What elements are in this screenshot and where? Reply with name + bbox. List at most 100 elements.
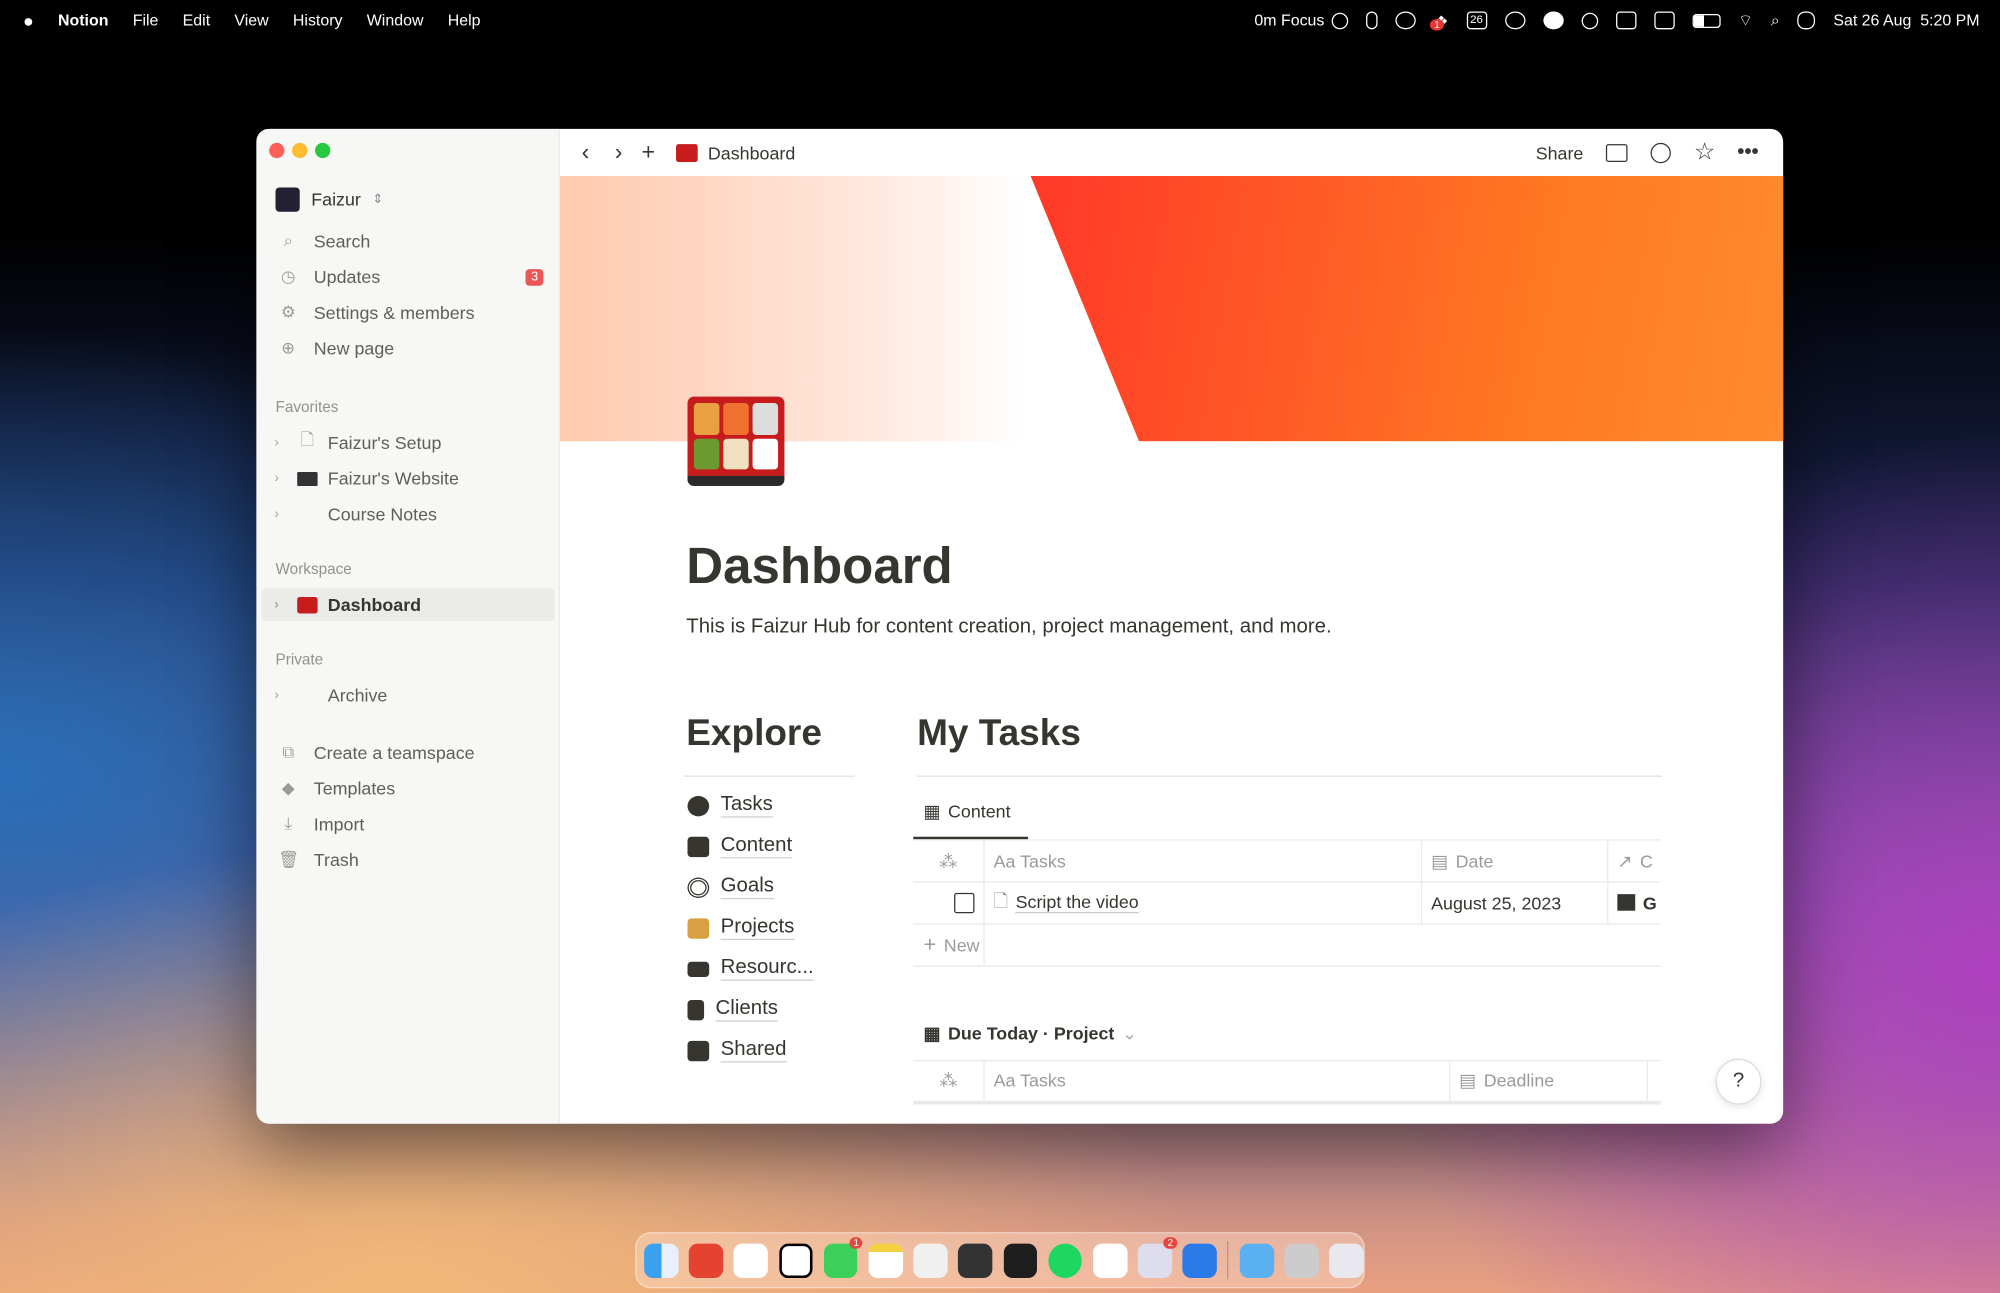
wifi-icon[interactable]: ⌔ bbox=[1738, 10, 1753, 30]
comment-icon[interactable] bbox=[1605, 143, 1628, 162]
notion-app-icon[interactable] bbox=[778, 1242, 813, 1278]
tag-icon[interactable] bbox=[1615, 11, 1636, 30]
clock-datetime[interactable]: Sat 26 Aug 5:20 PM bbox=[1833, 11, 1979, 29]
explore-link-clients[interactable]: Clients bbox=[687, 997, 778, 1022]
column-header-status[interactable]: ⁂ bbox=[913, 841, 983, 882]
focus-circle-icon[interactable] bbox=[1332, 12, 1349, 29]
minimize-window-button[interactable] bbox=[292, 142, 308, 159]
page-icon-bento[interactable] bbox=[687, 396, 785, 486]
spotify-icon[interactable] bbox=[1048, 1242, 1083, 1278]
sidebar-item-create-teamspace[interactable]: ⧉ Create a teamspace bbox=[261, 736, 554, 769]
view-due-today[interactable]: ▦ Due Today · Project ⌄ bbox=[923, 1023, 1137, 1045]
help-button[interactable]: ? bbox=[1715, 1058, 1762, 1105]
sidebar-item-trash[interactable]: 🗑 Trash bbox=[261, 843, 554, 876]
column-header-date[interactable]: ▤ Date bbox=[1421, 841, 1607, 882]
dropbox-icon[interactable]: ❖1 bbox=[1430, 11, 1448, 30]
workspace-header[interactable]: Workspace bbox=[276, 560, 352, 578]
task-title[interactable]: Script the video bbox=[1015, 892, 1139, 914]
cleanshot-icon[interactable] bbox=[1093, 1242, 1128, 1278]
private-header[interactable]: Private bbox=[276, 651, 324, 669]
window-icon[interactable] bbox=[1653, 11, 1675, 30]
creative-cloud-icon[interactable] bbox=[1395, 11, 1417, 30]
column-header-tasks[interactable]: Aa Tasks bbox=[983, 1060, 1449, 1101]
chevron-right-icon[interactable]: › bbox=[274, 471, 287, 486]
calendar-icon[interactable]: 26 bbox=[1466, 11, 1487, 30]
finder-icon[interactable] bbox=[644, 1242, 679, 1278]
chevron-right-icon[interactable]: › bbox=[274, 597, 287, 612]
control-center-icon[interactable] bbox=[1797, 11, 1816, 30]
relation-cell[interactable]: G bbox=[1607, 881, 1661, 923]
favorites-header[interactable]: Favorites bbox=[276, 398, 339, 416]
elgato-icon[interactable] bbox=[1504, 11, 1525, 30]
menu-edit[interactable]: Edit bbox=[183, 11, 210, 29]
menu-view[interactable]: View bbox=[234, 11, 268, 29]
battery-icon[interactable] bbox=[1692, 13, 1721, 28]
favorite-item[interactable]: › 🗋 Faizur's Setup bbox=[261, 426, 554, 459]
back-icon[interactable]: ‹ bbox=[582, 139, 590, 166]
zoom-window-button[interactable] bbox=[315, 142, 331, 159]
table-row[interactable]: 🗋 Script the video bbox=[983, 881, 1420, 923]
favorite-item[interactable]: › Faizur's Website bbox=[261, 462, 554, 495]
explore-link-tasks[interactable]: Tasks bbox=[687, 793, 773, 818]
chevron-right-icon[interactable]: › bbox=[274, 687, 287, 702]
history-clock-icon[interactable] bbox=[1650, 142, 1671, 163]
column-header-relation[interactable]: ↗ C bbox=[1607, 841, 1661, 882]
notes-icon[interactable] bbox=[868, 1242, 903, 1278]
column-header-deadline[interactable]: ▤ Deadline bbox=[1449, 1060, 1647, 1101]
todoist-icon[interactable] bbox=[689, 1242, 724, 1278]
tab-content[interactable]: ▦ Content bbox=[913, 801, 1029, 840]
figma-app-icon[interactable] bbox=[1003, 1242, 1038, 1278]
explore-link-resources[interactable]: Resourc... bbox=[687, 957, 814, 981]
preview-icon[interactable]: 2 bbox=[1137, 1236, 1178, 1278]
menu-help[interactable]: Help bbox=[448, 11, 481, 29]
chevron-right-icon[interactable]: › bbox=[274, 506, 287, 521]
menu-history[interactable]: History bbox=[293, 11, 343, 29]
sidebar-item-new-page[interactable]: ⊕ New page bbox=[261, 332, 554, 365]
sidebar-item-dashboard[interactable]: › Dashboard bbox=[261, 588, 555, 622]
play-icon[interactable] bbox=[1581, 12, 1598, 29]
things-icon[interactable] bbox=[1182, 1242, 1217, 1278]
page-description[interactable]: This is Faizur Hub for content creation,… bbox=[686, 616, 1331, 639]
task-checkbox[interactable] bbox=[954, 892, 975, 914]
menu-file[interactable]: File bbox=[133, 11, 159, 29]
date-cell[interactable]: August 25, 2023 bbox=[1421, 881, 1607, 923]
column-header-tasks[interactable]: Aa Tasks bbox=[983, 841, 1420, 882]
forward-icon[interactable]: › bbox=[615, 139, 623, 166]
explore-heading[interactable]: Explore bbox=[686, 713, 822, 755]
figma-icon[interactable] bbox=[1366, 11, 1378, 30]
sidebar-item-import[interactable]: ⤓ Import bbox=[261, 807, 554, 840]
plus-icon[interactable]: + bbox=[642, 139, 655, 166]
spotlight-search-icon[interactable]: ⌕ bbox=[1771, 11, 1780, 30]
menu-window[interactable]: Window bbox=[367, 11, 424, 29]
sidebar-item-settings[interactable]: ⚙ Settings & members bbox=[261, 296, 554, 329]
page-title[interactable]: Dashboard bbox=[686, 538, 953, 595]
close-window-button[interactable] bbox=[269, 142, 285, 159]
trash-dock-icon[interactable] bbox=[1329, 1242, 1364, 1278]
column-header-status[interactable]: ⁂ bbox=[913, 1060, 983, 1101]
sidebar-item-updates[interactable]: ◷ Updates 3 bbox=[261, 260, 554, 293]
screenshots-stack-icon[interactable] bbox=[1284, 1242, 1319, 1278]
menu-app-name[interactable]: Notion bbox=[58, 11, 108, 29]
calendar-app-icon[interactable] bbox=[733, 1242, 768, 1278]
share-button[interactable]: Share bbox=[1536, 142, 1584, 162]
globe-icon[interactable] bbox=[1542, 11, 1564, 30]
workspace-switcher[interactable]: Faizur ⇕ bbox=[261, 182, 554, 215]
apple-icon[interactable]: ● bbox=[23, 10, 34, 30]
sidebar-item-archive[interactable]: › Archive bbox=[261, 679, 554, 712]
focus-status[interactable]: 0m Focus bbox=[1254, 11, 1324, 29]
star-icon[interactable]: ☆ bbox=[1694, 138, 1716, 167]
explore-link-goals[interactable]: Goals bbox=[687, 875, 774, 900]
favorite-item[interactable]: › Course Notes bbox=[261, 497, 554, 530]
my-tasks-heading[interactable]: My Tasks bbox=[917, 713, 1081, 755]
pixelmator-icon[interactable] bbox=[913, 1242, 948, 1278]
explore-link-projects[interactable]: Projects bbox=[687, 916, 795, 941]
more-icon[interactable]: ••• bbox=[1737, 141, 1758, 164]
sidebar-item-templates[interactable]: ◆ Templates bbox=[261, 772, 554, 805]
new-row-button[interactable]: + New bbox=[913, 923, 979, 965]
chevron-right-icon[interactable]: › bbox=[274, 435, 287, 450]
explore-link-content[interactable]: Content bbox=[687, 834, 793, 859]
sidebar-item-search[interactable]: ⌕ Search bbox=[261, 224, 554, 257]
messages-icon[interactable]: 1 bbox=[823, 1236, 863, 1278]
setapp-icon[interactable] bbox=[958, 1242, 993, 1278]
breadcrumb[interactable]: Dashboard bbox=[708, 142, 795, 162]
